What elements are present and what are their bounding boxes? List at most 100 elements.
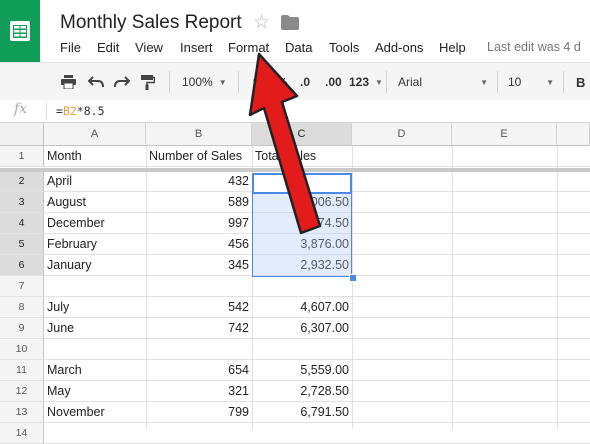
cell-b[interactable]: 321 xyxy=(146,381,252,402)
toolbar-divider xyxy=(238,71,239,93)
column-header-d[interactable]: D xyxy=(352,123,452,146)
paint-format-button[interactable] xyxy=(141,63,155,101)
cell-a[interactable] xyxy=(44,339,146,360)
row-header[interactable]: 14 xyxy=(0,423,44,444)
menu-file[interactable]: File xyxy=(60,40,81,55)
cell-c[interactable]: 2,728.50 xyxy=(252,381,352,402)
cell-a[interactable]: June xyxy=(44,318,146,339)
cell-a[interactable]: Month xyxy=(44,146,146,167)
row-header[interactable]: 12 xyxy=(0,381,44,402)
select-all-corner[interactable] xyxy=(0,123,44,146)
cell-a[interactable] xyxy=(44,276,146,297)
row-header[interactable]: 13 xyxy=(0,402,44,423)
cell-a[interactable]: November xyxy=(44,402,146,423)
row-header[interactable]: 11 xyxy=(0,360,44,381)
cell-b[interactable]: 654 xyxy=(146,360,252,381)
menu-tools[interactable]: Tools xyxy=(329,40,359,55)
cell-a[interactable] xyxy=(44,423,146,444)
menu-insert[interactable]: Insert xyxy=(180,40,213,55)
menu-edit[interactable]: Edit xyxy=(97,40,119,55)
row-header[interactable]: 9 xyxy=(0,318,44,339)
cell-c[interactable] xyxy=(252,423,352,444)
bold-button[interactable]: B xyxy=(576,63,585,101)
decrease-decimals-button[interactable]: .0 xyxy=(300,63,310,101)
folder-icon[interactable] xyxy=(281,15,299,35)
cell-c[interactable]: 6,791.50 xyxy=(252,402,352,423)
more-formats-button[interactable]: 123 ▼ xyxy=(349,63,383,101)
currency-format-button[interactable]: $ xyxy=(253,63,260,101)
paint-roller-icon xyxy=(141,74,155,90)
font-select[interactable]: Arial ▼ xyxy=(398,63,488,101)
zoom-select[interactable]: 100% ▼ xyxy=(182,63,227,101)
row-header[interactable]: 6 xyxy=(0,255,44,276)
menu-format[interactable]: Format xyxy=(228,40,269,55)
cell-b[interactable]: 456 xyxy=(146,234,252,255)
menu-data[interactable]: Data xyxy=(285,40,312,55)
cell-a[interactable]: July xyxy=(44,297,146,318)
cell-b[interactable]: 799 xyxy=(146,402,252,423)
chevron-down-icon: ▼ xyxy=(218,77,227,87)
increase-decimals-label: .00 xyxy=(325,75,342,89)
cell-b[interactable]: 345 xyxy=(146,255,252,276)
cell-b[interactable]: 589 xyxy=(146,192,252,213)
row-header[interactable]: 2 xyxy=(0,171,44,192)
menu-view[interactable]: View xyxy=(135,40,163,55)
cell-c[interactable]: 4,607.00 xyxy=(252,297,352,318)
cell-b[interactable] xyxy=(146,276,252,297)
cell-c[interactable]: Total Sales xyxy=(252,146,352,167)
column-header-b[interactable]: B xyxy=(146,123,252,146)
row-header[interactable]: 10 xyxy=(0,339,44,360)
column-header-a[interactable]: A xyxy=(44,123,146,146)
fill-handle[interactable] xyxy=(349,274,357,282)
zoom-value: 100% xyxy=(182,75,213,89)
cell-b[interactable]: 997 xyxy=(146,213,252,234)
cell-b[interactable] xyxy=(146,423,252,444)
cell-a[interactable]: August xyxy=(44,192,146,213)
star-icon[interactable]: ☆ xyxy=(253,11,270,34)
cell-c[interactable]: 6,307.00 xyxy=(252,318,352,339)
cell-a[interactable]: March xyxy=(44,360,146,381)
cell-b[interactable]: 432 xyxy=(146,171,252,192)
row-header[interactable]: 8 xyxy=(0,297,44,318)
row-header[interactable]: 1 xyxy=(0,146,44,167)
formula-prefix: = xyxy=(56,104,63,118)
cell-b[interactable] xyxy=(146,339,252,360)
row-header[interactable]: 4 xyxy=(0,213,44,234)
cell-a[interactable]: April xyxy=(44,171,146,192)
cell-a[interactable]: December xyxy=(44,213,146,234)
menu-help[interactable]: Help xyxy=(439,40,466,55)
row-header[interactable]: 7 xyxy=(0,276,44,297)
cell-c[interactable] xyxy=(252,339,352,360)
cell-c[interactable] xyxy=(252,276,352,297)
print-button[interactable] xyxy=(61,63,76,101)
formula-bar-divider xyxy=(46,103,47,119)
cell-c[interactable]: 5,559.00 xyxy=(252,360,352,381)
last-edit-status[interactable]: Last edit was 4 d xyxy=(487,40,581,54)
cell-b[interactable]: 742 xyxy=(146,318,252,339)
cell-b[interactable]: 542 xyxy=(146,297,252,318)
row-header[interactable]: 5 xyxy=(0,234,44,255)
column-header-f[interactable] xyxy=(557,123,590,146)
font-size-select[interactable]: 10 ▼ xyxy=(508,63,554,101)
frozen-row-divider[interactable] xyxy=(0,168,590,172)
undo-button[interactable] xyxy=(88,63,104,101)
column-header-e[interactable]: E xyxy=(452,123,557,146)
percent-format-button[interactable]: % xyxy=(276,63,288,101)
chevron-down-icon: ▼ xyxy=(546,77,554,87)
cell-b[interactable]: Number of Sales xyxy=(146,146,252,167)
sheets-grid-icon xyxy=(10,21,30,41)
table-row xyxy=(44,339,590,360)
document-title[interactable]: Monthly Sales Report xyxy=(60,12,242,34)
sheets-logo[interactable] xyxy=(0,0,40,62)
increase-decimals-button[interactable]: .00 xyxy=(325,63,342,101)
cell-a[interactable]: February xyxy=(44,234,146,255)
formula-suffix: *8.5 xyxy=(76,104,105,118)
active-cell[interactable] xyxy=(252,173,352,194)
cell-a[interactable]: May xyxy=(44,381,146,402)
cell-a[interactable]: January xyxy=(44,255,146,276)
redo-button[interactable] xyxy=(114,63,130,101)
formula-input[interactable]: =B2*8.5 xyxy=(56,104,105,118)
row-header[interactable]: 3 xyxy=(0,192,44,213)
column-header-c[interactable]: C xyxy=(252,123,352,146)
menu-add-ons[interactable]: Add-ons xyxy=(375,40,423,55)
